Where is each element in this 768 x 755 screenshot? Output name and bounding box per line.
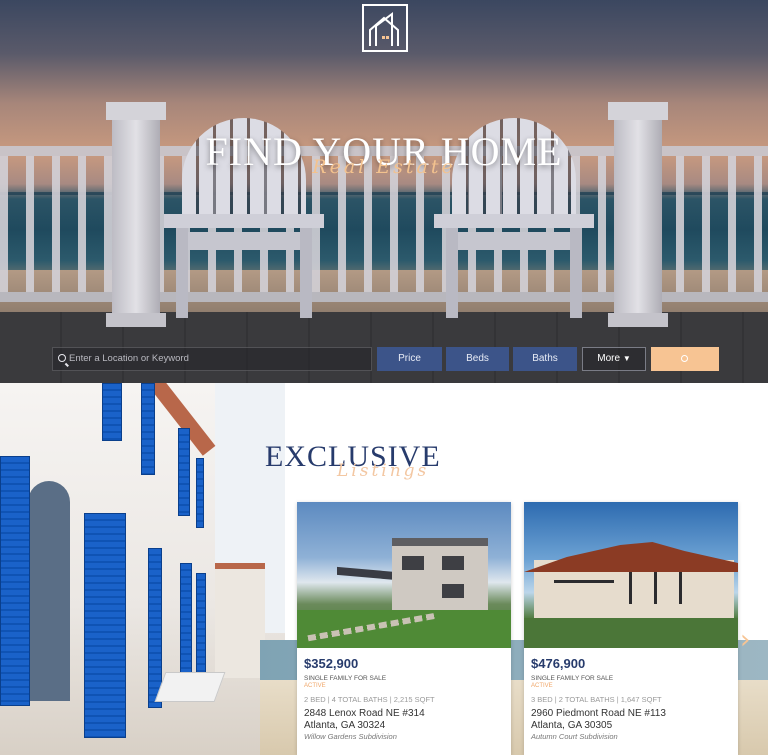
listing-specs: 3 BED | 2 TOTAL BATHS | 1,647 SQFT <box>531 695 662 704</box>
listing-subdivision: Willow Gardens Subdivision <box>304 732 397 741</box>
listing-subdivision: Autumn Court Subdivision <box>531 732 618 741</box>
beds-filter-button[interactable]: Beds <box>446 347 509 371</box>
building-photo <box>0 383 285 755</box>
search-icon <box>681 355 688 362</box>
listing-address-line2: Atlanta, GA 30305 <box>531 720 613 731</box>
bench <box>154 672 226 702</box>
listing-type: SINGLE FAMILY FOR SALE <box>304 675 387 682</box>
listing-address-line2: Atlanta, GA 30324 <box>304 720 386 731</box>
listing-price: $476,900 <box>531 656 586 671</box>
chevron-down-icon: ▼ <box>622 354 631 363</box>
listing-photo[interactable] <box>524 502 738 648</box>
listing-card[interactable]: $352,900 SINGLE FAMILY FOR SALE ACTIVE 2… <box>297 502 511 755</box>
search-submit-button[interactable] <box>651 347 719 371</box>
listing-price: $352,900 <box>304 656 359 671</box>
listing-address-line1: 2960 Piedmont Road NE #113 <box>531 708 666 719</box>
hero-banner: FIND YOUR HOME Real Estate <box>0 0 768 383</box>
search-icon <box>58 354 66 362</box>
listing-card[interactable]: $476,900 SINGLE FAMILY FOR SALE ACTIVE 3… <box>524 502 738 755</box>
listing-address-line1: 2848 Lenox Road NE #314 <box>304 708 425 719</box>
hero-subtitle: Real Estate <box>312 156 456 178</box>
house-logo-icon[interactable] <box>362 4 408 52</box>
more-label: More <box>597 353 621 364</box>
price-filter-button[interactable]: Price <box>377 347 442 371</box>
search-input[interactable]: Enter a Location or Keyword <box>52 347 372 371</box>
listing-type: SINGLE FAMILY FOR SALE <box>531 675 614 682</box>
listing-status: ACTIVE <box>531 683 553 689</box>
listing-specs: 2 BED | 4 TOTAL BATHS | 2,215 SQFT <box>304 695 435 704</box>
baths-filter-button[interactable]: Baths <box>513 347 577 371</box>
section-subtitle: Listings <box>337 461 430 481</box>
listing-status: ACTIVE <box>304 683 326 689</box>
listing-photo[interactable] <box>297 502 511 648</box>
search-placeholder: Enter a Location or Keyword <box>69 353 189 364</box>
chevron-right-icon[interactable]: › <box>740 627 756 653</box>
more-filters-button[interactable]: More ▼ <box>582 347 646 371</box>
